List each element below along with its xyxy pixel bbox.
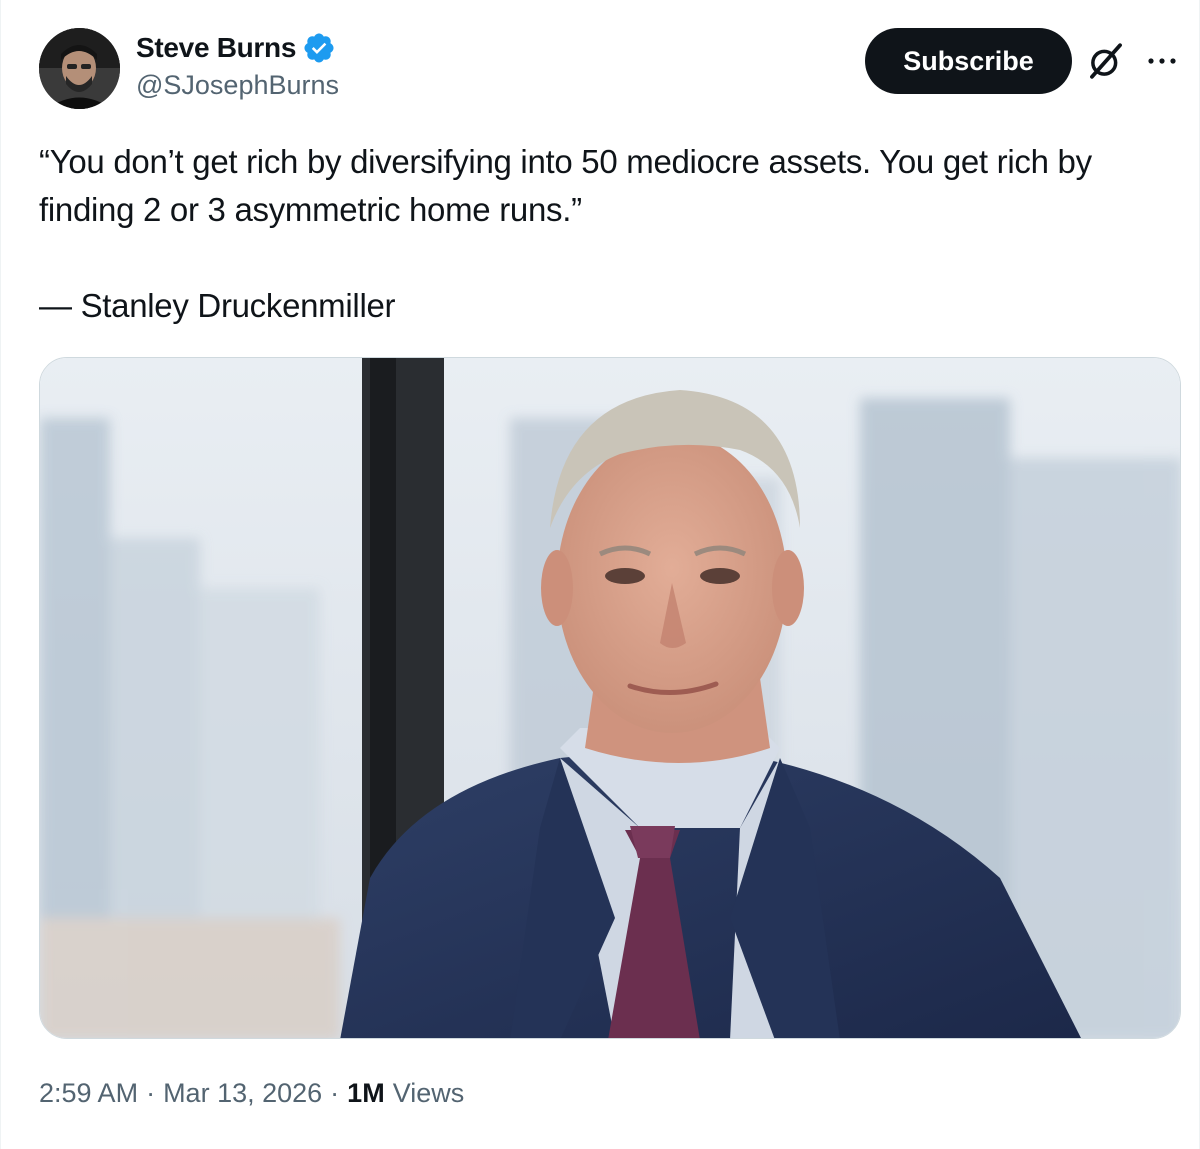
display-name[interactable]: Steve Burns: [136, 32, 296, 64]
tweet-attribution: — Stanley Druckenmiller: [39, 287, 396, 324]
name-row: Steve Burns: [136, 30, 339, 66]
tweet-meta: 2:59 AM · Mar 13, 2026 · 1M Views: [39, 1078, 464, 1109]
meta-separator: ·: [146, 1078, 156, 1108]
subscribe-button[interactable]: Subscribe: [865, 28, 1072, 94]
tweet-quote: “You don’t get rich by diversifying into…: [39, 143, 1092, 228]
tweet-card: Steve Burns @SJosephBurns Subscribe “You…: [0, 0, 1200, 1149]
avatar[interactable]: [39, 28, 120, 109]
views-label: Views: [392, 1078, 465, 1108]
portrait-photo: [40, 358, 1180, 1038]
views-count[interactable]: 1M: [347, 1078, 385, 1109]
avatar-photo: [39, 28, 120, 109]
verified-badge-icon[interactable]: [302, 31, 336, 65]
grok-icon[interactable]: [1085, 40, 1127, 82]
author-info: Steve Burns @SJosephBurns: [136, 30, 339, 101]
more-options-icon[interactable]: [1143, 46, 1181, 76]
author-handle[interactable]: @SJosephBurns: [136, 70, 339, 101]
tweet-date[interactable]: Mar 13, 2026: [163, 1078, 322, 1109]
tweet-text: “You don’t get rich by diversifying into…: [39, 138, 1169, 330]
tweet-time[interactable]: 2:59 AM: [39, 1078, 138, 1109]
meta-separator: ·: [330, 1078, 340, 1108]
text-spacer: [39, 234, 1169, 282]
tweet-photo[interactable]: [39, 357, 1181, 1039]
